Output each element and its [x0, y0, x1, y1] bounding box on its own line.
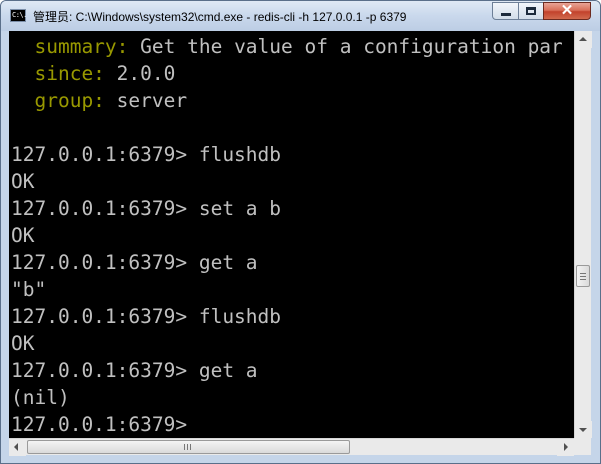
close-icon: ✕	[560, 2, 574, 19]
maximize-icon	[526, 7, 536, 15]
scroll-up-button[interactable]	[575, 31, 592, 48]
vertical-scrollbar[interactable]	[574, 31, 592, 438]
console-line: 127.0.0.1:6379> flushdb	[11, 143, 282, 166]
console-line: OK	[11, 170, 35, 193]
arrow-left-icon	[14, 443, 18, 451]
help-summary-line: summary: Get the value of a configuratio…	[11, 33, 563, 60]
window-title: 管理员: C:\Windows\system32\cmd.exe - redis…	[33, 10, 407, 24]
help-group-value: server	[104, 89, 188, 112]
console-line: 127.0.0.1:6379> get a	[11, 251, 258, 274]
console-line: (nil)	[11, 386, 70, 409]
horizontal-scrollbar[interactable]	[9, 438, 574, 456]
console-line: OK	[11, 224, 35, 247]
console-prompt-line[interactable]: 127.0.0.1:6379>	[11, 411, 199, 438]
console-line: "b"	[11, 278, 47, 301]
help-summary-key: summary:	[34, 35, 129, 58]
help-since-value: 2.0.0	[104, 62, 176, 85]
grip-line	[187, 444, 188, 450]
arrow-right-icon	[564, 443, 568, 451]
grip-line	[184, 444, 185, 450]
scroll-right-button[interactable]	[557, 439, 574, 456]
scrollbar-corner	[574, 438, 591, 455]
grip-line	[190, 444, 191, 450]
help-group-line: group: server	[11, 87, 187, 114]
scroll-left-button[interactable]	[9, 439, 26, 456]
vertical-scroll-thumb[interactable]	[576, 265, 590, 287]
minimize-icon	[501, 13, 511, 16]
cmd-icon-label: C:\.	[12, 11, 27, 19]
cmd-app-icon[interactable]: C:\.	[10, 9, 27, 22]
help-since-key: since:	[34, 62, 105, 85]
console-window: C:\. 管理员: C:\Windows\system32\cmd.exe - …	[0, 0, 601, 464]
help-summary-value: Get the value of a configuration par	[128, 35, 563, 58]
console-line: 127.0.0.1:6379> flushdb	[11, 305, 282, 328]
scroll-down-button[interactable]	[575, 421, 592, 438]
help-since-line: since: 2.0.0	[11, 60, 175, 87]
horizontal-scroll-thumb[interactable]	[27, 440, 350, 454]
help-group-key: group:	[34, 89, 105, 112]
title-bar[interactable]: C:\. 管理员: C:\Windows\system32\cmd.exe - …	[1, 1, 600, 31]
grip-line	[580, 279, 586, 280]
grip-line	[580, 276, 586, 277]
arrow-down-icon	[579, 428, 587, 432]
arrow-up-icon	[579, 37, 587, 41]
maximize-button[interactable]	[518, 2, 544, 20]
console-line: OK	[11, 332, 35, 355]
console-line: 127.0.0.1:6379> set a b	[11, 197, 282, 220]
console-line: 127.0.0.1:6379> get a	[11, 359, 258, 382]
console-output[interactable]: summary: Get the value of a configuratio…	[9, 31, 574, 438]
close-button[interactable]: ✕	[543, 2, 591, 20]
minimize-button[interactable]	[492, 2, 519, 20]
grip-line	[580, 273, 586, 274]
